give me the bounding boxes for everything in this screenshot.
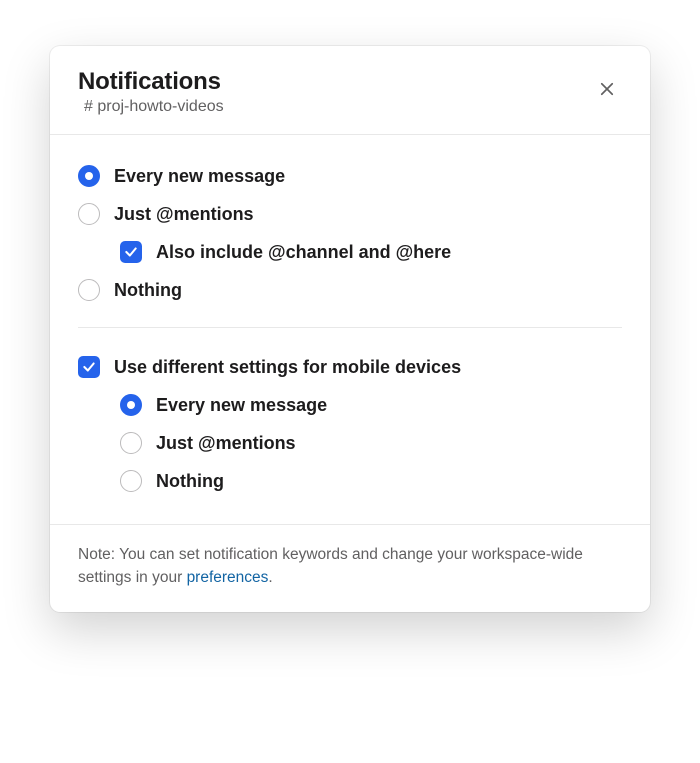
radio-icon <box>78 165 100 187</box>
notifications-modal: Notifications # proj-howto-videos Every … <box>50 46 650 612</box>
header-text: Notifications # proj-howto-videos <box>78 68 224 116</box>
option-include-channel-here[interactable]: Also include @channel and @here <box>78 233 622 271</box>
option-label: Every new message <box>156 395 327 416</box>
option-just-mentions[interactable]: Just @mentions <box>78 195 622 233</box>
modal-header: Notifications # proj-howto-videos <box>50 46 650 135</box>
modal-footer-note: Note: You can set notification keywords … <box>50 524 650 612</box>
channel-name: # proj-howto-videos <box>84 98 224 116</box>
option-nothing[interactable]: Nothing <box>78 271 622 309</box>
option-label: Just @mentions <box>156 433 296 454</box>
footer-note-prefix: Note: You can set notification keywords … <box>78 546 583 586</box>
close-icon <box>598 80 616 98</box>
radio-icon <box>78 279 100 301</box>
mobile-option-just-mentions[interactable]: Just @mentions <box>78 424 622 462</box>
modal-body: Every new message Just @mentions Also in… <box>50 135 650 524</box>
option-mobile-toggle[interactable]: Use different settings for mobile device… <box>78 348 622 386</box>
option-label: Nothing <box>156 471 224 492</box>
option-label: Nothing <box>114 280 182 301</box>
close-button[interactable] <box>592 74 622 104</box>
radio-icon <box>120 394 142 416</box>
option-every-new-message[interactable]: Every new message <box>78 157 622 195</box>
checkbox-icon <box>78 356 100 378</box>
radio-icon <box>78 203 100 225</box>
preferences-link[interactable]: preferences <box>187 569 269 586</box>
modal-title: Notifications <box>78 68 224 96</box>
mobile-option-nothing[interactable]: Nothing <box>78 462 622 500</box>
mobile-option-every-new-message[interactable]: Every new message <box>78 386 622 424</box>
option-label: Every new message <box>114 166 285 187</box>
divider <box>78 327 622 328</box>
option-label: Also include @channel and @here <box>156 242 451 263</box>
radio-icon <box>120 470 142 492</box>
checkbox-icon <box>120 241 142 263</box>
footer-note-suffix: . <box>268 569 272 586</box>
option-label: Just @mentions <box>114 204 254 225</box>
radio-icon <box>120 432 142 454</box>
option-label: Use different settings for mobile device… <box>114 357 461 378</box>
